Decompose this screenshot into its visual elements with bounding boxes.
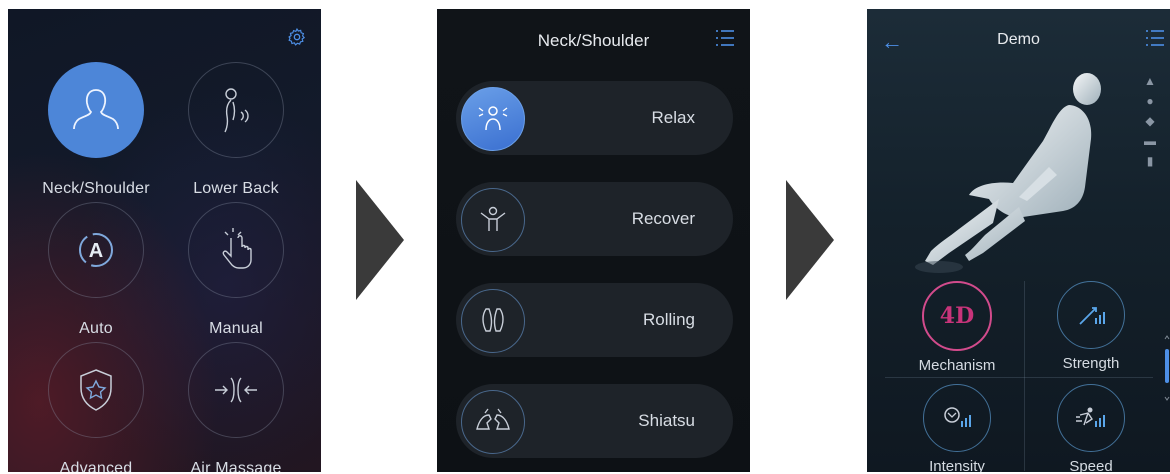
strength-control[interactable]: Strength [1026,281,1156,372]
waist-zone-icon[interactable]: ◆ [1138,114,1162,134]
program-label: Rolling [643,310,695,329]
shiatsu-hands-icon [461,390,525,454]
mode-label: Auto [79,320,113,337]
home-screen: Neck/Shoulder Lower Back A Auto Manual A… [8,9,321,472]
strength-icon [1057,281,1125,349]
foot-zone-icon[interactable]: ▮ [1138,154,1162,174]
grid-divider [1024,281,1025,471]
program-relax[interactable]: Relax [456,81,733,155]
hand-tap-icon [188,202,284,298]
demo-screen: ← Demo ▲ ● ◆ ▬ ▮ 4D Mechanism Strength I… [867,9,1170,472]
flow-arrow [786,180,834,300]
person-bust-icon [48,62,144,158]
relax-person-icon [461,87,525,151]
program-label: Shiatsu [638,411,695,430]
mode-label: Advanced [59,460,133,472]
rolling-hands-icon [461,289,525,353]
program-label: Relax [651,108,695,127]
program-rolling[interactable]: Rolling [456,283,733,357]
flow-arrow [356,180,404,300]
control-label: Strength [1062,355,1120,372]
scrollbar[interactable] [1164,335,1170,405]
page-title: Demo [997,31,1040,48]
gear-icon[interactable] [287,27,307,47]
recover-person-icon [461,188,525,252]
mode-label: Air Massage [190,460,282,472]
program-label: Recover [631,209,695,228]
mode-neck-shoulder[interactable]: Neck/Shoulder [26,62,166,198]
shoulder-zone-icon[interactable]: ▲ [1138,74,1162,94]
program-recover[interactable]: Recover [456,182,733,256]
auto-cycle-icon: A [48,202,144,298]
control-label: Speed [1069,458,1113,472]
speed-control[interactable]: Speed [1026,384,1156,472]
body-figure-image [915,73,1101,273]
program-shiatsu[interactable]: Shiatsu [456,384,733,458]
list-menu-icon[interactable] [714,27,736,49]
intensity-control[interactable]: Intensity [892,384,1022,472]
mode-lower-back[interactable]: Lower Back [166,62,306,198]
air-arrows-icon [188,342,284,438]
page-title: Neck/Shoulder [537,31,650,50]
svg-text:A: A [89,240,103,262]
mode-auto[interactable]: A Auto [26,202,166,338]
lower-back-icon [188,62,284,158]
list-menu-icon[interactable] [1144,27,1166,49]
speed-icon [1057,384,1125,452]
control-label: Intensity [929,458,985,472]
intensity-icon [923,384,991,452]
4d-mechanism-icon: 4D [922,281,992,351]
body-zone-icons: ▲ ● ◆ ▬ ▮ [1138,74,1162,174]
mechanism-control[interactable]: 4D Mechanism [892,281,1022,374]
mode-manual[interactable]: Manual [166,202,306,338]
mode-label: Lower Back [193,180,279,197]
program-screen: Neck/Shoulder Relax Recover Rolling Shia… [437,9,750,472]
star-shield-icon [48,342,144,438]
mode-label: Neck/Shoulder [42,180,150,197]
mode-advanced[interactable]: Advanced [26,342,166,472]
control-label: Mechanism [918,357,996,374]
mode-label: Manual [209,320,263,337]
mode-air-massage[interactable]: Air Massage [166,342,306,472]
back-zone-icon[interactable]: ● [1138,94,1162,114]
grid-divider [885,377,1153,378]
leg-zone-icon[interactable]: ▬ [1138,134,1162,154]
4d-text: 4D [939,303,975,329]
